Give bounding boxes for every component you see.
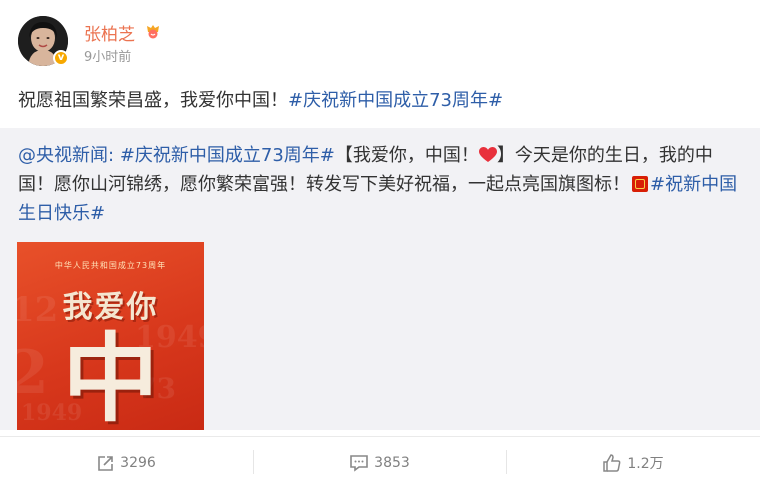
heart-icon (478, 147, 497, 162)
like-count: 1.2万 (627, 455, 664, 472)
comment-count: 3853 (374, 454, 410, 471)
verified-badge-icon: v (53, 50, 69, 66)
forward-button[interactable]: 3296 (0, 437, 253, 488)
user-name[interactable]: 张柏芝 (84, 20, 135, 45)
post-time[interactable]: 9小时前 (84, 46, 131, 65)
weibo-post-card: v 张柏芝 9小时前 祝愿祖国繁荣昌盛，我爱你中国！#庆祝新中国成立73周年# … (0, 0, 760, 487)
repost-hashtag-link[interactable]: #庆祝新中国成立73周年# (120, 145, 335, 166)
post-text-main: 祝愿祖国繁荣昌盛，我爱你中国！ (18, 90, 288, 111)
poster-big-character: 中 (62, 322, 159, 430)
like-button[interactable]: 1.2万 (506, 437, 760, 488)
action-bar: 3296 3853 1.2万 (0, 436, 760, 488)
thumbs-up-icon (603, 453, 621, 472)
comment-button[interactable]: 3853 (253, 437, 506, 488)
flag-icon (632, 176, 648, 192)
comment-icon (350, 454, 368, 472)
post-text: 祝愿祖国繁荣昌盛，我爱你中国！#庆祝新中国成立73周年# (18, 86, 503, 112)
share-icon (98, 455, 113, 471)
repost-text: @央视新闻: #庆祝新中国成立73周年#【我爱你，中国！ 】今天是你的生日，我的中… (18, 141, 742, 228)
repost-image[interactable]: 12 1949 2 73 1949 中华人民共和国成立73周年 我爱你 中 (17, 242, 204, 430)
forward-count: 3296 (120, 454, 156, 471)
post-header: v 张柏芝 9小时前 (18, 16, 738, 68)
repost-author-link[interactable]: @央视新闻: (18, 145, 114, 166)
repost-text-part1: 【我爱你，中国！ (334, 145, 479, 166)
poster-subtitle: 中华人民共和国成立73周年 (54, 261, 167, 270)
post-hashtag-link[interactable]: #庆祝新中国成立73周年# (288, 90, 503, 111)
poster-title: 我爱你 (62, 290, 159, 325)
member-crown-icon[interactable] (144, 22, 162, 40)
repost-box[interactable]: @央视新闻: #庆祝新中国成立73周年#【我爱你，中国！ 】今天是你的生日，我的中… (0, 128, 760, 430)
